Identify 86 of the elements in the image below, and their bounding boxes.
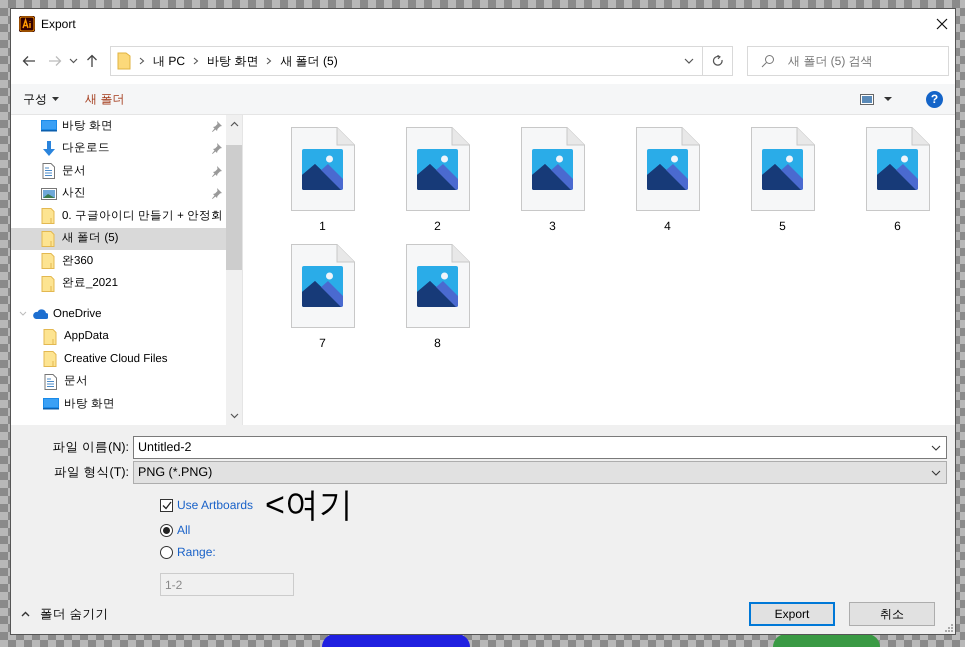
folder-icon: [41, 276, 57, 292]
chevron-down-icon[interactable]: [69, 57, 78, 65]
image-file-icon: [290, 244, 354, 328]
resize-grip-icon[interactable]: [945, 624, 953, 632]
close-icon[interactable]: [935, 17, 949, 31]
sidebar-item[interactable]: 완료_2021: [11, 272, 226, 295]
scroll-down-icon[interactable]: [230, 413, 238, 419]
check-icon: [162, 500, 172, 510]
view-icon: [860, 94, 874, 104]
radio-label[interactable]: Range:: [177, 543, 216, 561]
sidebar-item[interactable]: 0. 구글아이디 만들기 + 안정회: [11, 205, 226, 228]
image-file-icon: [866, 127, 930, 211]
new-folder-button[interactable]: 새 폴더: [85, 90, 124, 108]
sidebar-item[interactable]: 완360: [11, 250, 226, 272]
radio-button[interactable]: [160, 546, 173, 558]
breadcrumb-item[interactable]: 새 폴더 (5): [280, 52, 338, 70]
desktop-icon: [41, 118, 57, 134]
hide-folders-button[interactable]: 폴더 숨기기: [21, 604, 108, 624]
sidebar-item[interactable]: 다운로드: [11, 138, 226, 160]
chevron-up-icon: [21, 611, 30, 617]
chevron-right-icon: [266, 57, 272, 65]
dialog-button[interactable]: Export: [749, 602, 835, 626]
file-type-dropdown[interactable]: PNG (*.PNG): [133, 460, 947, 484]
document-icon: [43, 374, 59, 390]
folder-icon: [41, 253, 57, 270]
image-file-icon: [636, 127, 700, 211]
file-item[interactable]: 7: [265, 244, 380, 361]
breadcrumb-item[interactable]: 바탕 화면: [207, 52, 258, 70]
sidebar-item[interactable]: 문서: [11, 160, 226, 182]
address-bar[interactable]: 내 PC 바탕 화면 새 폴더 (5): [110, 46, 733, 76]
checkbox[interactable]: [160, 498, 173, 512]
sidebar-item[interactable]: OneDrive: [11, 303, 226, 326]
document-icon: [41, 163, 57, 180]
folder-icon: [43, 328, 59, 345]
app-logo-icon: [19, 16, 35, 32]
image-file-icon: [406, 127, 470, 211]
download-icon: [41, 140, 57, 157]
refresh-icon: [712, 55, 724, 67]
chevron-down-icon[interactable]: [684, 57, 694, 65]
file-item[interactable]: 6: [840, 127, 955, 244]
folder-icon: [117, 52, 131, 70]
checkbox-label[interactable]: Use Artboards: [177, 496, 254, 514]
file-item[interactable]: 8: [380, 244, 495, 361]
folder-icon: [41, 208, 57, 224]
chevron-right-icon: [193, 57, 200, 65]
caret-down-icon: [884, 97, 892, 101]
search-icon: [761, 54, 775, 68]
scroll-up-icon[interactable]: [230, 121, 238, 127]
search-field[interactable]: 새 폴더 (5) 검색: [747, 46, 949, 76]
radio-label[interactable]: All: [177, 521, 190, 539]
image-file-icon: [750, 127, 814, 211]
file-item[interactable]: 5: [725, 127, 840, 244]
annotation-text: <여기: [265, 488, 353, 522]
sidebar-item[interactable]: 문서: [11, 370, 226, 393]
file-item[interactable]: 4: [610, 127, 725, 244]
desktop-icon: [43, 396, 59, 412]
image-file-icon: [520, 127, 584, 211]
dialog-button[interactable]: 취소: [849, 602, 935, 626]
organize-menu[interactable]: 구성: [23, 90, 59, 108]
scrollbar-thumb[interactable]: [226, 145, 242, 270]
sidebar-item[interactable]: 새 폴더 (5): [11, 228, 226, 250]
help-button[interactable]: ?: [926, 90, 943, 108]
sidebar-item[interactable]: 사진: [11, 182, 226, 205]
window-title: Export: [41, 16, 77, 33]
chevron-down-icon[interactable]: [931, 470, 941, 476]
picture-icon: [41, 186, 57, 202]
folder-icon: [43, 351, 59, 368]
file-item[interactable]: 3: [495, 127, 610, 244]
file-name-field[interactable]: Untitled-2: [133, 436, 947, 458]
breadcrumb-item[interactable]: 내 PC: [153, 52, 186, 70]
image-file-icon: [290, 127, 354, 211]
folder-icon: [41, 230, 57, 247]
chevron-right-icon: [139, 57, 145, 65]
sidebar-item[interactable]: Creative Cloud Files: [11, 348, 226, 370]
file-item[interactable]: 2: [380, 127, 495, 244]
field-label: 파일 이름(N):: [52, 438, 130, 456]
sidebar-item[interactable]: 바탕 화면: [11, 115, 226, 138]
sidebar-item[interactable]: AppData: [11, 326, 226, 348]
radio-button[interactable]: [160, 524, 173, 536]
caret-down-icon: [52, 97, 59, 101]
view-menu[interactable]: [860, 94, 892, 104]
sidebar-item[interactable]: 바탕 화면: [11, 393, 226, 416]
file-item[interactable]: 1: [265, 127, 380, 244]
field-label: 파일 형식(T):: [53, 464, 130, 481]
image-file-icon: [406, 244, 470, 328]
chevron-down-icon[interactable]: [931, 444, 941, 450]
